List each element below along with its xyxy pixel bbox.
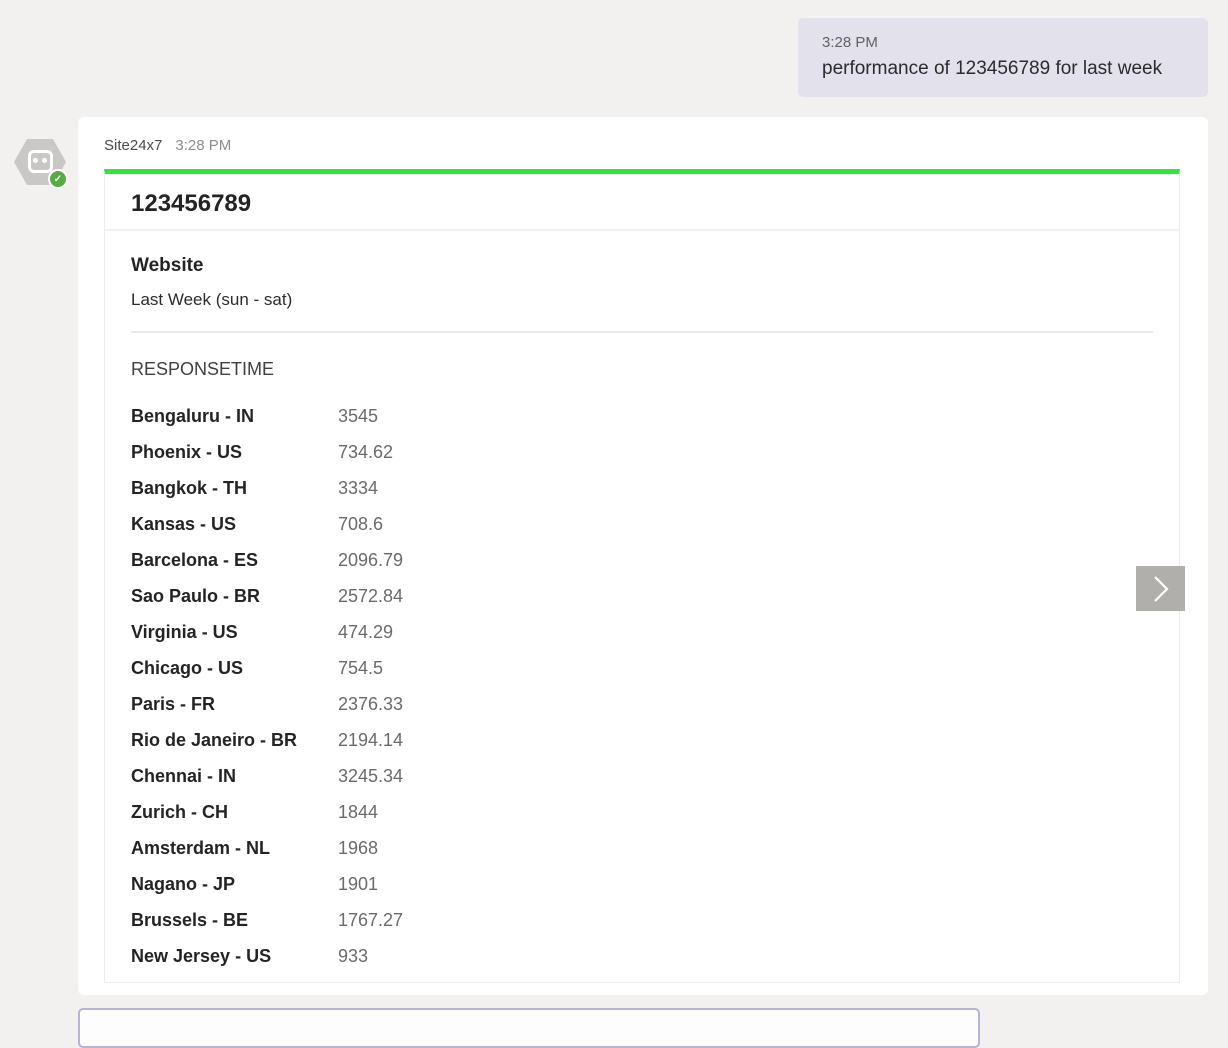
responsetime-value: 734.62 — [338, 442, 393, 463]
responsetime-value: 3334 — [338, 478, 378, 499]
robot-eyes-icon — [33, 158, 47, 163]
table-row: New Jersey - US933 — [131, 938, 1153, 974]
user-message-bubble: 3:28 PM performance of 123456789 for las… — [798, 18, 1208, 97]
table-row: Nagano - JP1901 — [131, 866, 1153, 902]
location-label: Bangkok - TH — [131, 478, 338, 499]
location-label: New Jersey - US — [131, 946, 338, 967]
table-row: Sao Paulo - BR2572.84 — [131, 578, 1153, 614]
location-label: Sao Paulo - BR — [131, 586, 338, 607]
location-label: Nagano - JP — [131, 874, 338, 895]
table-row: Bengaluru - IN3545 — [131, 398, 1153, 434]
responsetime-value: 1901 — [338, 874, 378, 895]
user-message-text: performance of 123456789 for last week — [822, 55, 1184, 83]
responsetime-value: 1844 — [338, 802, 378, 823]
verified-check-icon: ✓ — [48, 169, 68, 189]
location-label: Amsterdam - NL — [131, 838, 338, 859]
responsetime-value: 754.5 — [338, 658, 383, 679]
table-row: Amsterdam - NL1968 — [131, 830, 1153, 866]
responsetime-section-header: RESPONSETIME — [131, 357, 1153, 381]
location-label: Virginia - US — [131, 622, 338, 643]
location-label: Chicago - US — [131, 658, 338, 679]
responsetime-value: 1968 — [338, 838, 378, 859]
location-label: Barcelona - ES — [131, 550, 338, 571]
adaptive-card: 123456789 Website Last Week (sun - sat) … — [104, 169, 1180, 983]
location-label: Kansas - US — [131, 514, 338, 535]
card-title: 123456789 — [131, 187, 1153, 221]
carousel-next-button[interactable] — [1136, 566, 1185, 611]
table-row: Chennai - IN3245.34 — [131, 758, 1153, 794]
location-label: Chennai - IN — [131, 766, 338, 787]
responsetime-value: 1767.27 — [338, 910, 403, 931]
table-row: Zurich - CH1844 — [131, 794, 1153, 830]
responsetime-value: 2572.84 — [338, 586, 403, 607]
responsetime-value: 3545 — [338, 406, 378, 427]
responsetime-value: 2376.33 — [338, 694, 403, 715]
bot-avatar: ✓ — [14, 139, 68, 189]
table-row: Virginia - US474.29 — [131, 614, 1153, 650]
divider — [105, 229, 1179, 231]
responsetime-value: 474.29 — [338, 622, 393, 643]
responsetime-value: 2194.14 — [338, 730, 403, 751]
table-row: Chicago - US754.5 — [131, 650, 1153, 686]
table-row: Paris - FR2376.33 — [131, 686, 1153, 722]
location-label: Phoenix - US — [131, 442, 338, 463]
table-row: Phoenix - US734.62 — [131, 434, 1153, 470]
responsetime-value: 2096.79 — [338, 550, 403, 571]
bot-message-time: 3:28 PM — [175, 137, 231, 154]
location-label: Brussels - BE — [131, 910, 338, 931]
user-message-time: 3:28 PM — [822, 31, 1184, 55]
table-row: Barcelona - ES2096.79 — [131, 542, 1153, 578]
location-label: Zurich - CH — [131, 802, 338, 823]
table-row: Brussels - BE1767.27 — [131, 902, 1153, 938]
table-row: Bangkok - TH3334 — [131, 470, 1153, 506]
monitor-type-label: Website — [131, 253, 1153, 279]
responsetime-value: 708.6 — [338, 514, 383, 535]
bot-message-panel: Site24x7 3:28 PM 123456789 Website Last W… — [78, 117, 1208, 995]
responsetime-value: 933 — [338, 946, 368, 967]
table-row: Kansas - US708.6 — [131, 506, 1153, 542]
chevron-right-icon — [1152, 575, 1170, 603]
location-label: Rio de Janeiro - BR — [131, 730, 338, 751]
bot-message-header: Site24x7 3:28 PM — [104, 135, 231, 157]
table-row: Rio de Janeiro - BR2194.14 — [131, 722, 1153, 758]
location-label: Paris - FR — [131, 694, 338, 715]
teams-chat-screen: 3:28 PM performance of 123456789 for las… — [0, 0, 1228, 1016]
divider — [131, 331, 1153, 333]
responsetime-table: Bengaluru - IN3545 Phoenix - US734.62 Ba… — [131, 398, 1153, 974]
report-period-label: Last Week (sun - sat) — [131, 289, 1153, 311]
location-label: Bengaluru - IN — [131, 406, 338, 427]
responsetime-value: 3245.34 — [338, 766, 403, 787]
bot-name: Site24x7 — [104, 137, 162, 154]
message-input[interactable] — [78, 1008, 980, 1048]
